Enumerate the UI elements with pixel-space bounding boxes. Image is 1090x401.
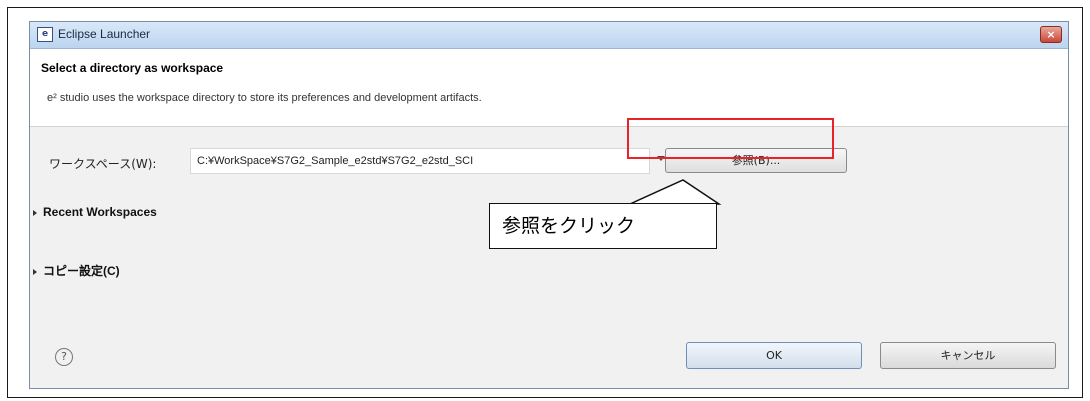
callout-text: 参照をクリック (502, 215, 636, 237)
callout-pointer (629, 179, 722, 205)
callout-annotation: 参照をクリック (489, 203, 717, 249)
